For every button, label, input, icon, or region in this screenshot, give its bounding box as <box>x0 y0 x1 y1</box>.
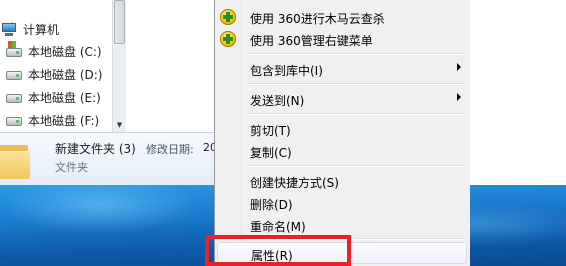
menu-separator <box>246 83 465 85</box>
menu-item-label: 创建快捷方式(S) <box>250 176 339 190</box>
menu-item-delete[interactable]: 删除(D) <box>217 192 467 214</box>
menu-item-properties[interactable]: 属性(R) <box>217 242 467 264</box>
menu-separator <box>246 53 465 55</box>
nav-item-label: 本地磁盘 (D:) <box>28 67 103 82</box>
menu-item-label: 包含到库中(I) <box>250 64 323 78</box>
nav-item-label: 本地磁盘 (F:) <box>28 113 100 128</box>
menu-item-send-to[interactable]: 发送到(N) <box>217 88 467 110</box>
menu-item-label: 剪切(T) <box>250 124 291 138</box>
window-area-right <box>470 0 566 185</box>
menu-item-rename[interactable]: 重命名(M) <box>217 214 467 236</box>
nav-item-drive-c[interactable]: 本地磁盘 (C:) <box>6 40 102 62</box>
details-file-type: 文件夹 <box>55 161 88 174</box>
folder-icon <box>0 141 32 179</box>
menu-item-label: 发送到(N) <box>250 94 305 108</box>
menu-item-label: 复制(C) <box>250 146 292 160</box>
details-file-name: 新建文件夹 (3) <box>55 142 136 156</box>
menu-separator <box>246 165 465 167</box>
nav-item-label: 本地磁盘 (C:) <box>28 44 102 59</box>
menu-item-label: 属性(R) <box>251 249 293 263</box>
nav-item-drive-d[interactable]: 本地磁盘 (D:) <box>6 63 102 85</box>
menu-item-cut[interactable]: 剪切(T) <box>217 118 467 140</box>
nav-item-computer[interactable]: ◢ 计算机 <box>2 18 60 40</box>
drive-icon <box>6 94 22 103</box>
drive-icon <box>6 71 22 80</box>
nav-item-drive-e[interactable]: 本地磁盘 (E:) <box>6 86 101 108</box>
nav-item-drive-f[interactable]: 本地磁盘 (F:) <box>6 109 99 131</box>
submenu-arrow-icon <box>457 63 461 71</box>
menu-item-360-manage[interactable]: 使用 360管理右键菜单 <box>217 28 467 50</box>
navigation-pane: ◢ 计算机 本地磁盘 (C:) 本地磁盘 (D:) 本地磁盘 (E:) 本地磁盘… <box>0 0 112 132</box>
nav-item-label: 本地磁盘 (E:) <box>28 90 101 105</box>
submenu-arrow-icon <box>457 93 461 101</box>
nav-item-label: 计算机 <box>23 22 60 37</box>
menu-item-label: 重命名(M) <box>250 220 306 234</box>
menu-separator <box>246 113 465 115</box>
nav-scrollbar[interactable]: ▼ <box>112 0 126 132</box>
details-pane: 新建文件夹 (3) 修改日期: 20 文件夹 <box>0 132 217 185</box>
drive-icon <box>6 117 22 126</box>
menu-item-label: 使用 360进行木马云查杀 <box>250 12 385 26</box>
360-shield-icon <box>220 9 236 25</box>
scrollbar-thumb[interactable] <box>114 0 125 44</box>
scroll-down-arrow-icon[interactable]: ▼ <box>113 120 126 130</box>
menu-separator <box>246 238 465 240</box>
menu-item-label: 使用 360管理右键菜单 <box>250 34 373 48</box>
menu-item-include-in-library[interactable]: 包含到库中(I) <box>217 58 467 80</box>
menu-item-label: 删除(D) <box>250 198 293 212</box>
menu-item-create-shortcut[interactable]: 创建快捷方式(S) <box>217 170 467 192</box>
explorer-window: ◢ 计算机 本地磁盘 (C:) 本地磁盘 (D:) 本地磁盘 (E:) 本地磁盘… <box>0 0 217 185</box>
menu-item-360-scan[interactable]: 使用 360进行木马云查杀 <box>217 6 467 28</box>
details-date-label: 修改日期: <box>146 143 194 156</box>
menu-item-copy[interactable]: 复制(C) <box>217 140 467 162</box>
file-list-area[interactable] <box>126 0 214 132</box>
system-drive-icon <box>6 41 22 57</box>
computer-icon <box>1 22 17 36</box>
360-shield-icon <box>220 31 236 47</box>
context-menu: 使用 360进行木马云查杀 使用 360管理右键菜单 包含到库中(I) 发送到(… <box>214 0 470 266</box>
